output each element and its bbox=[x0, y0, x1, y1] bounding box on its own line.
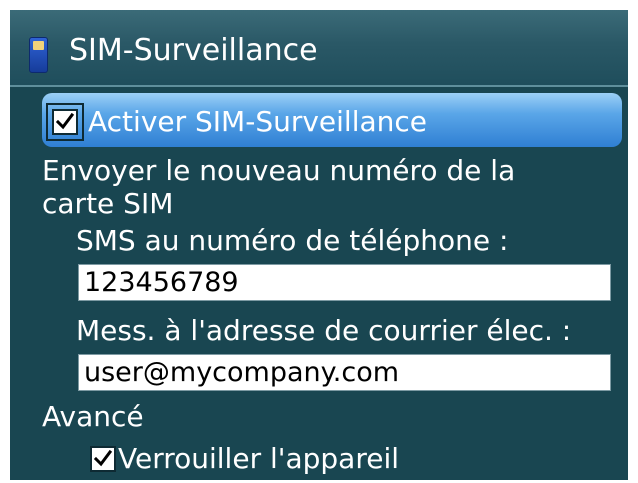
sms-phone-input[interactable]: 123456789 bbox=[78, 264, 611, 301]
check-icon bbox=[55, 112, 75, 130]
sms-label: SMS au numéro de téléphone : bbox=[76, 224, 509, 257]
lock-device-checkbox[interactable] bbox=[90, 446, 116, 472]
sim-chip bbox=[33, 41, 44, 50]
enable-label: Activer SIM-Surveillance bbox=[88, 105, 428, 138]
send-heading-line2: carte SIM bbox=[42, 187, 174, 220]
screen: SIM-Surveillance Activer SIM-Surveillanc… bbox=[10, 10, 628, 480]
check-icon bbox=[93, 449, 113, 467]
email-address-input[interactable]: user@mycompany.com bbox=[78, 354, 611, 391]
send-heading-line1: Envoyer le nouveau numéro de la bbox=[42, 154, 516, 187]
app-title: SIM-Surveillance bbox=[69, 33, 318, 68]
email-label: Mess. à l'adresse de courrier élec. : bbox=[76, 314, 572, 347]
lock-device-label[interactable]: Verrouiller l'appareil bbox=[118, 442, 399, 476]
enable-checkbox[interactable] bbox=[52, 109, 78, 135]
advanced-heading: Avancé bbox=[42, 400, 144, 433]
title-bar: SIM-Surveillance bbox=[10, 10, 628, 87]
sim-card-icon bbox=[29, 37, 48, 73]
